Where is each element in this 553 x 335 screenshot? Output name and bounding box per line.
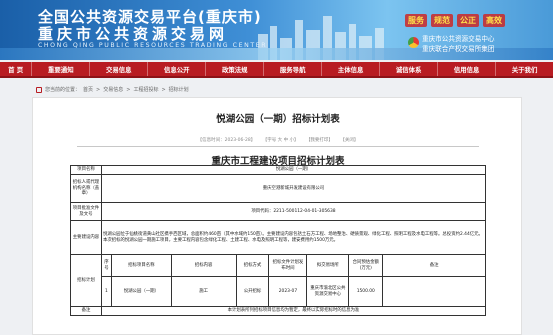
home-icon [36,86,42,93]
column-header: 合同预估金额(万元) [348,254,384,277]
print-link[interactable]: 【我要打印】 [306,138,333,143]
breadcrumb-plan[interactable]: 招标计划 [169,86,189,93]
close-link[interactable]: 【关闭】 [340,138,358,143]
table-row: 项目名称 悦湖公园（一期） [70,165,487,175]
row-note [382,276,486,307]
column-header: 招标文件计划发布时间 [268,254,308,277]
project-name-value: 悦湖公园（一期） [100,165,487,175]
slogan-badge: 公正 [457,14,479,27]
row-amount: 1500.00 [348,276,384,307]
nav-trade-info[interactable]: 交易信息 [90,62,149,76]
org-names: 重庆市公共资源交易中心 重庆联合产权交易所集团 [422,34,495,54]
table-row: 备注 本计划表所列招标项目信息均为暂定，最终以实际招标时的信息为准 [70,306,487,316]
cell-label: 主要建设内容 [70,220,102,255]
font-size-control[interactable]: 【字号 大 中 小】 [263,138,299,143]
cell-label: 项目名称 [70,165,102,175]
breadcrumb-trade-info[interactable]: 交易信息 [103,86,123,93]
nav-services[interactable]: 服务导航 [264,62,323,76]
row-venue: 重庆市渝北区公共资源交易中心 [306,276,350,307]
org-name-secondary: 重庆联合产权交易所集团 [422,45,495,53]
row-date: 2023-07 [268,276,308,307]
site-title-secondary: 重庆市公共资源交易网 [38,25,229,43]
row-number: 1 [100,276,112,307]
table-row: 主要建设内容 悦湖公园位于仙桃街道黄山社区携手西区域，总面积约460亩（其中水域… [70,220,487,255]
article-card: 悦湖公园（一期）招标计划表 【信息时间：2023-06-28】 【字号 大 中 … [32,97,522,335]
breadcrumb-separator: > [161,86,166,93]
cell-label: 招标计划 [70,254,102,307]
nav-home[interactable]: 首 页 [0,62,33,76]
column-header: 序号 [100,254,112,277]
breadcrumb-home[interactable]: 首页 [83,86,93,93]
slogan-badges: 服务 规范 公正 高效 [405,14,505,27]
breadcrumb-prefix: 您当前的位置： [45,87,81,93]
approval-value: 项目代码：2211-500112-04-01-305638 [100,202,487,221]
slogan-badge: 高效 [483,14,505,27]
article-meta: 【信息时间：2023-06-28】 【字号 大 中 小】 【我要打印】 【关闭】 [33,137,523,143]
table-row: 项目批准文件及文号 项目代码：2211-500112-04-01-305638 [70,202,487,221]
tender-plan-table: 项目名称 悦湖公园（一期） 招标人或代理机构名称（盖章） 重庆空港新城开发建设有… [70,165,487,316]
breadcrumb-separator: > [126,86,131,93]
column-header: 招标方式 [235,254,270,277]
table-row: 招标人或代理机构名称（盖章） 重庆空港新城开发建设有限公司 [70,174,487,203]
site-subtitle: CHONG QING PUBLIC RESOURCES TRADING CENT… [38,42,268,49]
article-title: 悦湖公园（一期）招标计划表 [216,114,340,125]
row-project-name: 悦湖公园（一期） [110,276,172,307]
remark-value: 本计划表所列招标项目信息均为暂定，最终以实际招标时的信息为准 [100,306,487,316]
column-header: 招标内容 [170,254,237,277]
breadcrumb-separator: > [96,86,101,93]
main-nav: 首 页 重要通知 交易信息 信息公开 政策法规 服务导航 主体信息 诚信体系 信… [0,62,553,78]
row-content: 施工 [170,276,237,307]
nav-integrity[interactable]: 诚信体系 [380,62,439,76]
nav-credit[interactable]: 信用信息 [438,62,497,76]
tenderer-value: 重庆空港新城开发建设有限公司 [100,174,487,203]
column-header: 备注 [382,254,486,277]
nav-disclosure[interactable]: 信息公开 [148,62,207,76]
cell-label: 项目批准文件及文号 [70,202,102,221]
divider [77,146,479,147]
content-value: 悦湖公园位于仙桃街道黄山社区携手西区域，总面积约460亩（其中水域约150亩）。… [100,220,487,255]
nav-notices[interactable]: 重要通知 [32,62,91,76]
org-logo [408,37,419,48]
breadcrumb-engineering[interactable]: 工程招投标 [133,86,158,93]
nav-about[interactable]: 关于我们 [496,62,553,76]
column-header: 拟交易场所 [306,254,350,277]
row-method: 公开招标 [235,276,270,307]
column-header: 招标项目名称 [110,254,172,277]
org-name-primary: 重庆市公共资源交易中心 [422,35,495,43]
nav-policies[interactable]: 政策法规 [206,62,265,76]
nav-entities[interactable]: 主体信息 [322,62,381,76]
publish-date: 【信息时间：2023-06-28】 [197,138,256,143]
cell-label: 备注 [70,306,102,316]
slogan-badge: 服务 [405,14,427,27]
table-row: 招标计划 序号 招标项目名称 招标内容 招标方式 招标文件计划发布时间 拟交易场… [70,254,486,307]
cell-label: 招标人或代理机构名称（盖章） [70,174,102,203]
table-row: 1 悦湖公园（一期） 施工 公开招标 2023-07 重庆市渝北区公共资源交易中… [71,276,486,307]
breadcrumb: 您当前的位置： 首页 > 交易信息 > 工程招投标 > 招标计划 [36,86,189,93]
site-banner: 全国公共资源交易平台(重庆市) 重庆市公共资源交易网 CHONG QING PU… [0,0,553,60]
slogan-badge: 规范 [431,14,453,27]
